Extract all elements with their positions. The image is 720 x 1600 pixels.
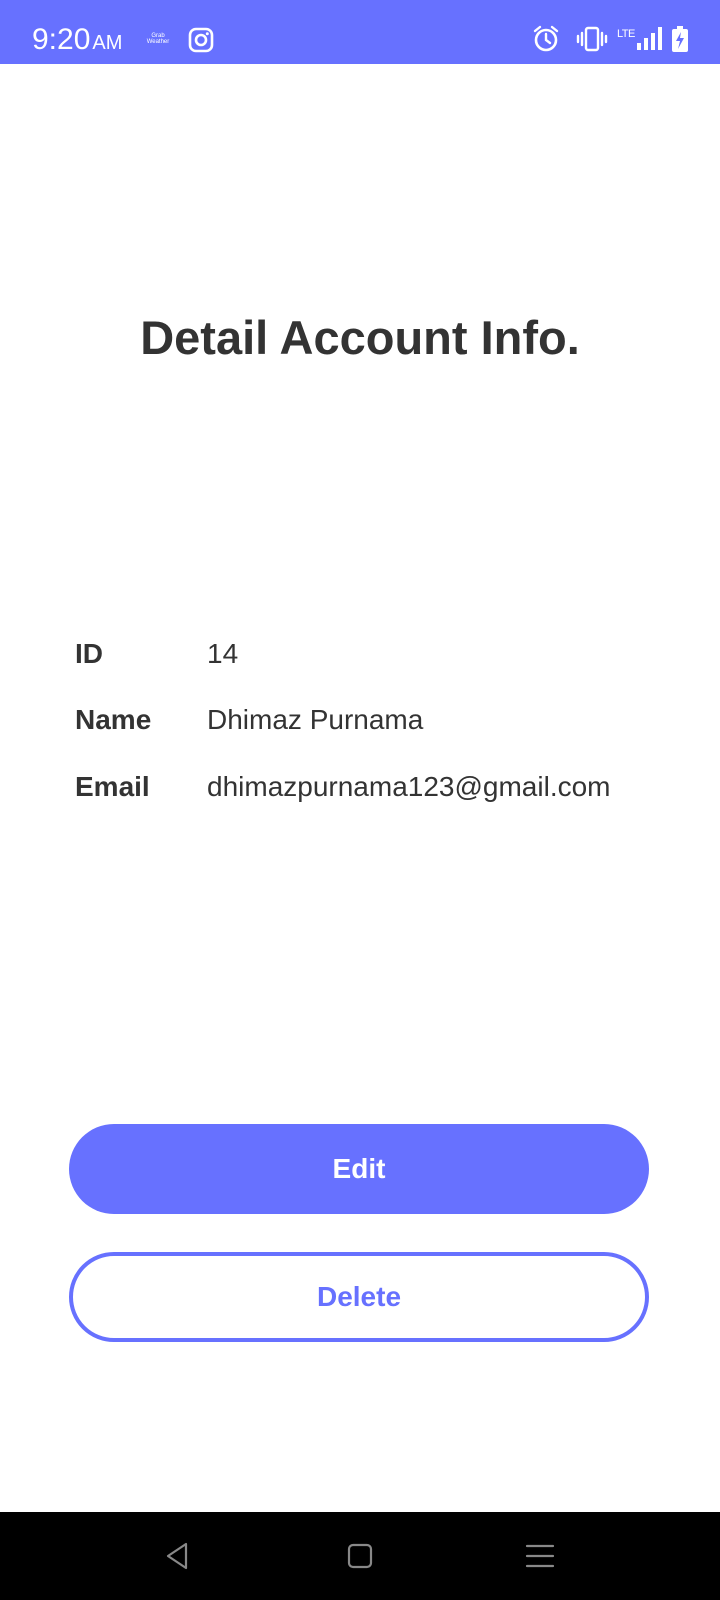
vibrate-icon (576, 26, 608, 52)
recents-menu-icon[interactable] (524, 1540, 556, 1572)
instagram-icon (188, 27, 214, 53)
signal-icon (637, 27, 662, 50)
account-name-value: Dhimaz Purnama (207, 704, 424, 735)
navigation-bar (0, 1512, 720, 1600)
account-email-value: dhimazpurnama123@gmail.com (207, 771, 611, 802)
battery-charging-icon (672, 26, 688, 52)
edit-button[interactable]: Edit (69, 1124, 649, 1214)
back-icon[interactable] (162, 1540, 194, 1572)
status-time: 9:20 AM (32, 22, 122, 61)
account-id-value: 14 (207, 638, 239, 669)
home-icon[interactable] (344, 1540, 376, 1572)
weather-widget-icon: Grab Weather (146, 33, 170, 45)
delete-button[interactable]: Delete (69, 1252, 649, 1342)
status-bar: 9:20 AM Grab Weather LTE (0, 0, 720, 64)
account-name-row: Name Dhimaz Purnama (75, 700, 675, 740)
account-id-label: ID (75, 638, 103, 669)
account-name-label: Name (75, 704, 152, 735)
page-title: Detail Account Info. (140, 311, 580, 364)
alarm-icon (533, 25, 559, 52)
status-time-value: 9:20 (32, 23, 91, 56)
account-email-row: Email dhimazpurnama123@gmail.com (75, 767, 675, 807)
account-id-row: ID 14 (75, 634, 675, 674)
status-time-ampm: AM (92, 32, 123, 54)
account-email-label: Email (75, 771, 150, 802)
network-type: LTE (617, 28, 635, 40)
